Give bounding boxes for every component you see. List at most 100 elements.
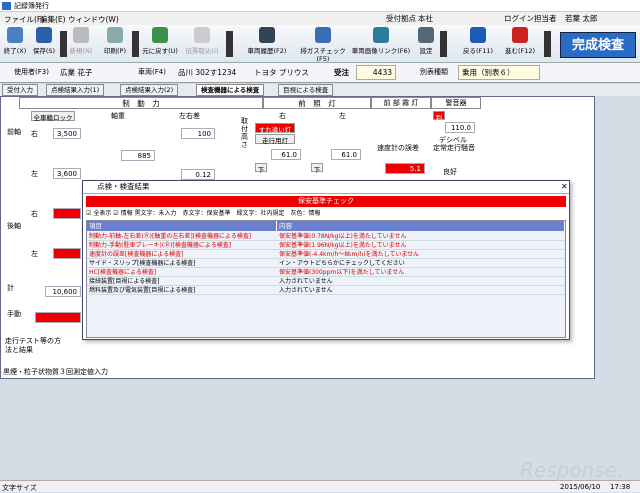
hand-label: 手動 xyxy=(7,310,21,318)
inspection-result-dialog: 点検・検査結果 ✕ 保安基準チェック ☑ 全表示 ☑ 情報 黒文字：未入力 赤文… xyxy=(82,180,570,340)
lr-diff-front[interactable]: 100 xyxy=(181,128,215,139)
menu-window[interactable]: ウィンドウ(W) xyxy=(68,14,119,25)
vehicle-history-button[interactable]: 車両履歴(F2) xyxy=(240,27,294,55)
site-value: 本社 xyxy=(418,14,433,23)
watermark-logo: Response. xyxy=(520,458,624,482)
exhaust-icon xyxy=(315,27,331,43)
tab-reception[interactable]: 受付入力 xyxy=(2,84,38,96)
history-icon xyxy=(259,27,275,43)
axle-weight-front[interactable]: 885 xyxy=(121,150,155,161)
front-right-label: 右 xyxy=(31,130,38,138)
tab-equipment-inspection[interactable]: 検査機器による検査 xyxy=(196,84,265,96)
plate-number: 品川 302す1234 xyxy=(178,68,237,77)
row-content: 保安基準値(-4.4km/h〜8km/h)を満たしていません xyxy=(279,251,420,258)
table-row[interactable]: 制動力-手動(駐車ブレーキ)(Ⓡ)[検査機器による検査] 保安基準値(1.96N/… xyxy=(87,241,565,250)
exhaust-check-button[interactable]: 排ガスチェック(F5) xyxy=(296,27,350,63)
table-row[interactable]: HC[検査機器による検査] 保安基準値(300ppm以下)を満たしていません xyxy=(87,268,565,277)
row-content: 保安基準値(0.78N/kg以上)を満たしていません xyxy=(279,233,407,240)
status-time: 17:38 xyxy=(610,483,631,491)
vehicle-image-button[interactable]: 車両画像リンク(F6) xyxy=(350,27,412,55)
total-value[interactable]: 10,600 xyxy=(45,286,81,297)
info-bar: 使用者(F3) 広業 花子 車両(F4) 品川 302す1234 トヨタ プリウ… xyxy=(0,63,640,83)
down-button-right[interactable]: 下 xyxy=(255,163,267,174)
menu-bar: ファイル(F) 編集(E) ウィンドウ(W) 受付拠点 本社 ログイン担当者 若… xyxy=(0,12,640,25)
gear-icon xyxy=(418,27,434,43)
dialog-title: 点検・検査結果 xyxy=(83,181,569,194)
good-label: 良好 xyxy=(443,168,457,176)
image-icon xyxy=(373,27,389,43)
speed-error-value[interactable]: 5.1 xyxy=(385,163,425,174)
new-icon xyxy=(73,27,89,43)
new-button[interactable]: 新規(N) xyxy=(66,27,96,55)
headlight-header: 前 照 灯 xyxy=(263,97,371,109)
undo-button[interactable]: 元に戻す(U) xyxy=(140,27,180,55)
running-light-button[interactable]: 走行用灯 xyxy=(255,134,295,145)
toolbar-separator xyxy=(60,31,67,57)
print-button[interactable]: 印刷(P) xyxy=(100,27,130,55)
light-left-value[interactable]: 61.0 xyxy=(331,149,361,160)
owner-name: 広業 花子 xyxy=(60,68,93,77)
total-label: 計 xyxy=(7,284,14,292)
front-axle-label: 前軸 xyxy=(7,128,21,136)
lr-diff-small[interactable]: 0.12 xyxy=(181,169,215,180)
table-row[interactable]: 速度計の誤差[検査機器による検査] 保安基準値(-4.4km/h〜8km/h)を満… xyxy=(87,250,565,259)
hand-value[interactable] xyxy=(35,312,81,323)
import-icon xyxy=(194,27,210,43)
passing-light-button[interactable]: すれ違い灯 xyxy=(255,123,295,134)
info-label: 情報 xyxy=(120,210,133,217)
rear-right-value[interactable] xyxy=(53,208,81,219)
undo-icon xyxy=(152,27,168,43)
table-row[interactable]: サイド・スリップ[検査機器による検査] イン・アウトどちらかにチェックしてください xyxy=(87,259,565,268)
row-content: 入力されていません xyxy=(279,287,333,294)
horn-header: 警音器 xyxy=(431,97,481,109)
legend-bar: ☑ 全表示 ☑ 情報 黒文字：未入力 赤文字：保安基準 緑文字：社内規定 灰色：… xyxy=(86,208,566,219)
light-right-value[interactable]: 61.0 xyxy=(271,149,301,160)
down-button-left[interactable]: 下 xyxy=(311,163,323,174)
tab-inspection-2[interactable]: 点検結果入力(2) xyxy=(120,84,179,96)
info-checkbox[interactable]: ☑ xyxy=(113,210,118,217)
row-content: 保安基準値(300ppm以下)を満たしていません xyxy=(279,269,405,276)
arrow-left-icon xyxy=(470,27,486,43)
show-all-checkbox[interactable]: ☑ xyxy=(86,210,91,217)
fog-judge-button[interactable]: 判定 xyxy=(433,111,445,132)
safety-check-banner: 保安基準チェック xyxy=(86,196,566,207)
site-label: 受付拠点 xyxy=(386,14,416,23)
mount-height-label: 取付高さ xyxy=(241,117,248,149)
import-button[interactable]: 伝票取込(I) xyxy=(182,27,222,55)
back-button[interactable]: 戻る(F11) xyxy=(458,27,498,55)
menu-edit[interactable]: 編集(E) xyxy=(40,14,66,25)
table-row[interactable]: 接続装置[目視による検査] 入力されていません xyxy=(87,277,565,286)
table-type-label: 別表種類 xyxy=(420,68,448,76)
tab-visual-inspection[interactable]: 目視による検査 xyxy=(278,84,334,96)
toolbar-separator xyxy=(226,31,233,57)
save-button[interactable]: 保存(S) xyxy=(30,27,58,55)
table-row[interactable]: 燃料装置及び電気装置[目視による検査] 入力されていません xyxy=(87,286,565,295)
complete-inspection-label: 完成検査 xyxy=(560,32,636,58)
exit-button[interactable]: 終了(X) xyxy=(2,27,28,55)
front-left-value[interactable]: 3,600 xyxy=(53,168,81,179)
next-button[interactable]: 進む(F12) xyxy=(500,27,540,55)
front-right-value[interactable]: 3,500 xyxy=(53,128,81,139)
print-icon xyxy=(107,27,123,43)
all-wheel-lock-button[interactable]: 全車輪ロック xyxy=(31,111,75,122)
tab-inspection-1[interactable]: 点検結果入力(1) xyxy=(46,84,105,96)
rear-axle-label: 後軸 xyxy=(7,222,21,230)
toolbar-separator xyxy=(440,31,447,57)
table-type-value[interactable]: 乗用（別表６） xyxy=(458,65,540,80)
decibel-value[interactable]: 110.0 xyxy=(445,122,475,133)
rear-left-value[interactable] xyxy=(53,248,81,259)
close-icon[interactable]: ✕ xyxy=(561,182,568,191)
row-item: HC[検査機器による検査] xyxy=(89,269,157,276)
table-row[interactable]: 制動力-前軸-左右差(Ⓡ)[軸重の左右差][検査機器による検査] 保安基準値(0.… xyxy=(87,232,565,241)
row-item: 速度計の誤差[検査機器による検査] xyxy=(89,251,184,258)
settings-button[interactable]: 設定 xyxy=(416,27,436,55)
exit-icon xyxy=(7,27,23,43)
row-item: 制動力-前軸-左右差(Ⓡ)[軸重の左右差][検査機器による検査] xyxy=(89,233,252,240)
owner-label: 使用者(F3) xyxy=(14,68,49,76)
row-item: 接続装置[目視による検査] xyxy=(89,278,160,285)
menu-file[interactable]: ファイル(F) xyxy=(4,14,44,25)
toolbar-separator xyxy=(132,31,139,57)
row-item: 燃料装置及び電気装置[目視による検査] xyxy=(89,287,196,294)
vehicle-model: トヨタ プリウス xyxy=(254,68,309,77)
reception-number[interactable]: 4433 xyxy=(356,65,396,80)
